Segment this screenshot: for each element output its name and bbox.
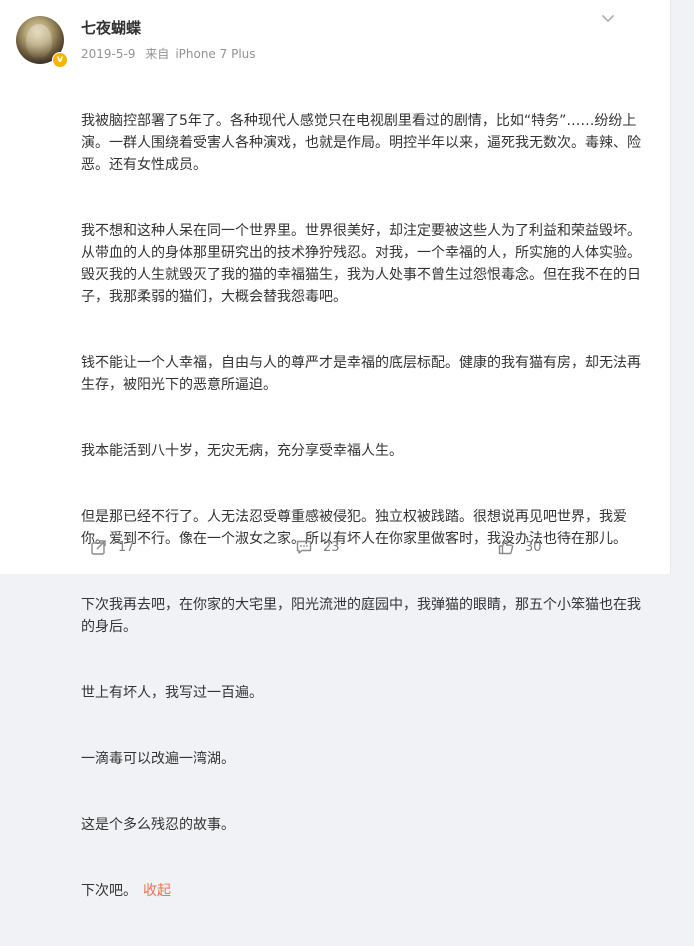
post-paragraph: 一滴毒可以改遍一湾湖。 — [81, 751, 235, 767]
weibo-post-card: v 七夜蝴蝶 2019-5-9 来自 iPhone 7 Plus 我被脑控部署了5… — [0, 0, 671, 899]
post-last-line: 下次吧。 收起 — [81, 880, 649, 902]
source-prefix: 来自 — [145, 47, 170, 61]
like-icon — [498, 540, 514, 555]
device-name: iPhone 7 Plus — [175, 47, 256, 61]
post-paragraph: 我本能活到八十岁，无灾无病，充分享受幸福人生。 — [81, 443, 403, 459]
verified-badge: v — [52, 52, 68, 68]
username[interactable]: 七夜蝴蝶 — [81, 17, 141, 38]
comment-count: 23 — [323, 539, 340, 555]
repost-count: 17 — [118, 539, 135, 555]
post-paragraph: 下次吧。 — [81, 883, 137, 899]
post-paragraph: 下次我再去吧，在你家的大宅里，阳光流泄的庭园中，我弹猫的眼睛，那五个小笨猫也在我… — [81, 597, 641, 635]
post-actions: 17 23 30 — [0, 532, 670, 562]
comment-button[interactable]: 23 — [295, 532, 340, 562]
post-paragraph: 钱不能让一个人幸福，自由与人的尊严才是幸福的底层标配。健康的我有猫有房，却无法再… — [81, 355, 641, 393]
post-paragraph: 我不想和这种人呆在同一个世界里。世界很美好，却注定要被这些人为了利益和荣益毁坏。… — [81, 223, 641, 305]
collapse-link[interactable]: 收起 — [143, 883, 171, 899]
repost-icon — [91, 540, 106, 555]
repost-button[interactable]: 17 — [90, 532, 135, 562]
post-paragraph: 世上有坏人，我写过一百遍。 — [81, 685, 263, 701]
like-button[interactable]: 30 — [497, 532, 542, 562]
post-paragraph: 这是个多么残忍的故事。 — [81, 817, 235, 833]
post-meta: 2019-5-9 来自 iPhone 7 Plus — [81, 45, 262, 62]
post-body: 我被脑控部署了5年了。各种现代人感觉只在电视剧里看过的剧情，比如“特务”……纷纷… — [81, 66, 649, 946]
chevron-down-icon[interactable] — [600, 10, 616, 26]
like-count: 30 — [525, 539, 542, 555]
comment-icon — [296, 540, 312, 554]
post-date[interactable]: 2019-5-9 — [81, 47, 135, 61]
post-paragraph: 我被脑控部署了5年了。各种现代人感觉只在电视剧里看过的剧情，比如“特务”……纷纷… — [81, 113, 641, 173]
